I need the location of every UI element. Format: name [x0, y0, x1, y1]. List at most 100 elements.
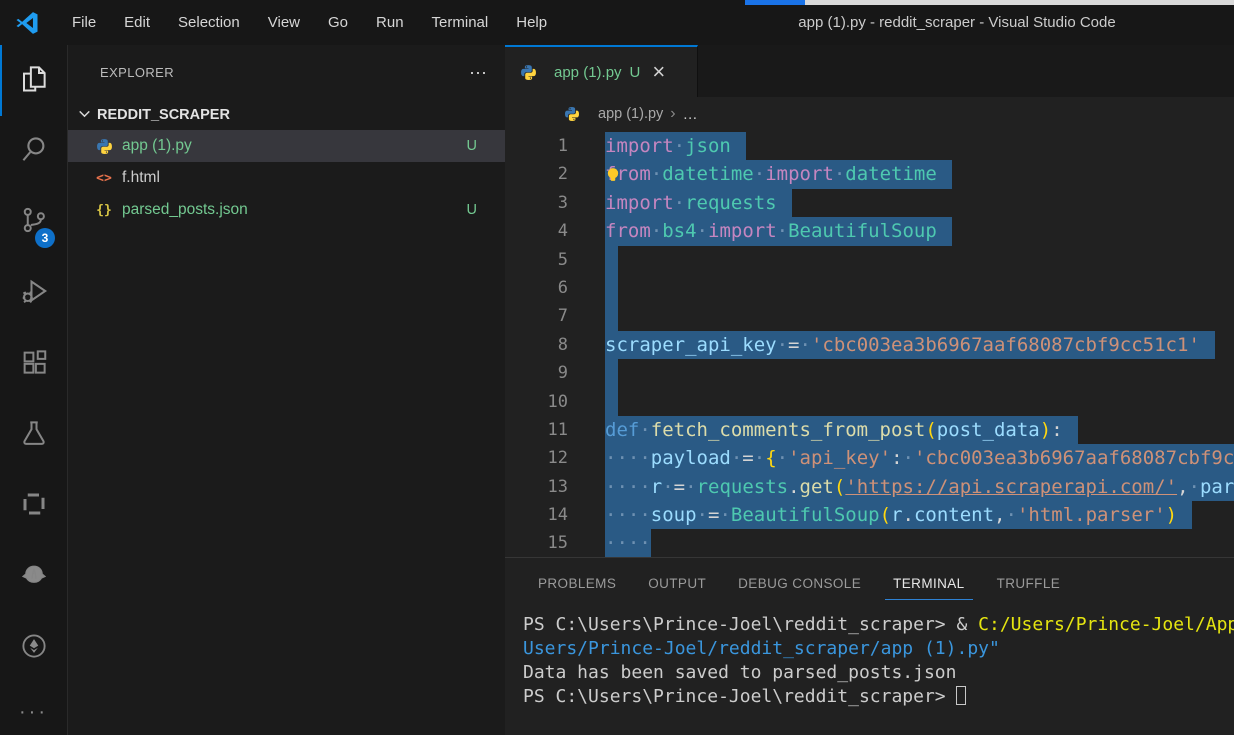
panel-tab-output[interactable]: OUTPUT — [640, 568, 714, 600]
git-status-badge: U — [467, 202, 477, 218]
truffle-ethereum-icon — [19, 631, 49, 666]
line-number: 1 — [505, 132, 568, 160]
menu-file[interactable]: File — [58, 8, 110, 37]
file-name: app (1).py — [122, 137, 192, 155]
panel-tab-terminal[interactable]: TERMINAL — [885, 568, 972, 600]
code-line-6[interactable]: 6 — [505, 274, 1234, 302]
code-text: import·json — [605, 132, 731, 160]
line-number: 6 — [505, 274, 568, 302]
line-number: 11 — [505, 416, 568, 444]
code-line-1[interactable]: 1 import·json — [505, 132, 1234, 160]
code-line-5[interactable]: 5 — [505, 246, 1234, 274]
bottom-panel: PROBLEMS OUTPUT DEBUG CONSOLE TERMINAL TRUFF… — [505, 557, 1234, 735]
code-text: ····payload·=·{·'api_key':·'cbc003ea3b69… — [605, 444, 1234, 472]
explorer-more-actions-icon[interactable]: ⋯ — [469, 68, 487, 78]
line-number: 15 — [505, 529, 568, 557]
menu-go[interactable]: Go — [314, 8, 362, 37]
folder-reddit-scraper[interactable]: REDDIT_SCRAPER — [68, 100, 505, 130]
sidebar-item-frame-extension[interactable] — [0, 471, 67, 542]
line-number: 9 — [505, 359, 568, 387]
selection-extension — [605, 359, 618, 387]
tab-label: app (1).py — [554, 64, 622, 81]
code-line-15[interactable]: 15···· — [505, 529, 1234, 557]
code-line-12[interactable]: 12····payload·=·{·'api_key':·'cbc003ea3b… — [505, 444, 1234, 472]
terminal-output[interactable]: PS C:\Users\Prince-Joel\reddit_scraper> … — [505, 610, 1234, 735]
terminal-line: PS C:\Users\Prince-Joel\reddit_scraper> … — [523, 613, 1234, 637]
terminal-line: PS C:\Users\Prince-Joel\reddit_scraper> — [523, 685, 1234, 709]
code-line-10[interactable]: 10 — [505, 388, 1234, 416]
code-text: ····soup·=·BeautifulSoup(r.content,·'htm… — [605, 501, 1177, 529]
vscode-window: FileEditSelectionViewGoRunTerminalHelp a… — [0, 0, 1234, 735]
breadcrumb-separator-icon: › — [670, 105, 675, 123]
activity-overflow-icon[interactable]: ··· — [0, 689, 67, 735]
panel-tab-truffle[interactable]: TRUFFLE — [989, 568, 1069, 600]
python-file-icon — [563, 106, 581, 122]
line-number: 8 — [505, 331, 568, 359]
menu-help[interactable]: Help — [502, 8, 561, 37]
sidebar-item-source-control[interactable]: 3 — [0, 187, 67, 258]
line-number: 10 — [505, 388, 568, 416]
selection-extension — [731, 132, 746, 160]
menu-terminal[interactable]: Terminal — [418, 8, 503, 37]
folder-name: REDDIT_SCRAPER — [97, 107, 230, 123]
code-line-8[interactable]: 8 scraper_api_key·=·'cbc003ea3b6967aaf680… — [505, 331, 1234, 359]
sidebar-item-search[interactable] — [0, 116, 67, 187]
panel-tab-problems[interactable]: PROBLEMS — [530, 568, 624, 600]
code-editor[interactable]: 1 import·json2from·datetime·import·dateti… — [505, 131, 1234, 557]
code-line-7[interactable]: 7 — [505, 302, 1234, 330]
panel-tab-debug-console[interactable]: DEBUG CONSOLE — [730, 568, 869, 600]
breadcrumb[interactable]: app (1).py › … — [505, 97, 1234, 131]
html-file-icon: <> — [95, 171, 113, 186]
sidebar-item-shell-extension[interactable] — [0, 542, 67, 613]
search-icon — [19, 134, 49, 169]
sidebar-item-truffle[interactable] — [0, 613, 67, 684]
code-line-13[interactable]: 13 ····r·=·requests.get('https://api.scra… — [505, 473, 1234, 501]
code-text: from·bs4·import·BeautifulSoup — [605, 217, 937, 245]
sidebar-item-testing[interactable] — [0, 400, 67, 471]
sidebar-item-explorer[interactable] — [0, 45, 67, 116]
menu-run[interactable]: Run — [362, 8, 418, 37]
file-f-html[interactable]: <> f.html — [68, 162, 505, 194]
code-line-4[interactable]: 4from·bs4·import·BeautifulSoup — [505, 217, 1234, 245]
menu-view[interactable]: View — [254, 8, 314, 37]
tab-bar: app (1).py U × — [505, 45, 1234, 97]
git-status-badge: U — [467, 138, 477, 154]
sidebar-item-run-debug[interactable] — [0, 258, 67, 329]
code-line-14[interactable]: 14····soup·=·BeautifulSoup(r.content,·'h… — [505, 501, 1234, 529]
line-number: 13 — [505, 473, 568, 501]
close-tab-icon[interactable]: × — [652, 63, 665, 81]
code-text: ····r·=·requests.get('https://api.scrape… — [605, 473, 1234, 501]
explorer-title: EXPLORER — [100, 65, 174, 80]
menu-bar: FileEditSelectionViewGoRunTerminalHelp — [58, 8, 561, 37]
file-name: f.html — [122, 169, 160, 187]
file-list: app (1).pyU<>f.html{}parsed_posts.jsonU — [68, 130, 505, 226]
explorer-sidebar: EXPLORER ⋯ REDDIT_SCRAPER app (1).py U <> f… — [68, 45, 505, 735]
lightbulb-icon[interactable] — [603, 164, 623, 194]
selection-extension — [605, 246, 618, 274]
file-parsed-posts-json[interactable]: {}parsed_posts.jsonU — [68, 194, 505, 226]
extensions-icon — [19, 347, 49, 382]
menu-edit[interactable]: Edit — [110, 8, 164, 37]
code-text: scraper_api_key·=·'cbc003ea3b6967aaf6808… — [605, 331, 1200, 359]
tab-dirty-badge: U — [630, 64, 641, 81]
tab-app-py[interactable]: app (1).py U × — [505, 45, 698, 97]
code-line-11[interactable]: 11def·fetch_comments_from_post(post_data… — [505, 416, 1234, 444]
vscode-logo-icon — [13, 9, 40, 36]
sidebar-item-extensions[interactable] — [0, 329, 67, 400]
title-bar: FileEditSelectionViewGoRunTerminalHelp a… — [0, 0, 1234, 45]
chevron-down-icon — [76, 105, 97, 126]
code-line-9[interactable]: 9 — [505, 359, 1234, 387]
selection-extension — [605, 274, 618, 302]
file-app-1-py[interactable]: app (1).py U — [68, 130, 505, 162]
code-line-2[interactable]: 2from·datetime·import·datetime — [505, 160, 1234, 188]
source-control-badge: 3 — [35, 228, 55, 248]
menu-selection[interactable]: Selection — [164, 8, 254, 37]
breadcrumb-symbol[interactable]: … — [683, 106, 699, 123]
file-name: parsed_posts.json — [122, 201, 248, 219]
run-debug-icon — [19, 276, 49, 311]
line-number: 3 — [505, 189, 568, 217]
terminal-line: Users/Prince-Joel/reddit_scraper/app (1)… — [523, 637, 1234, 661]
breadcrumb-file[interactable]: app (1).py — [598, 106, 663, 122]
panel-tabs: PROBLEMS OUTPUT DEBUG CONSOLE TERMINAL TRUFF… — [505, 558, 1234, 610]
selection-extension — [1200, 331, 1215, 359]
